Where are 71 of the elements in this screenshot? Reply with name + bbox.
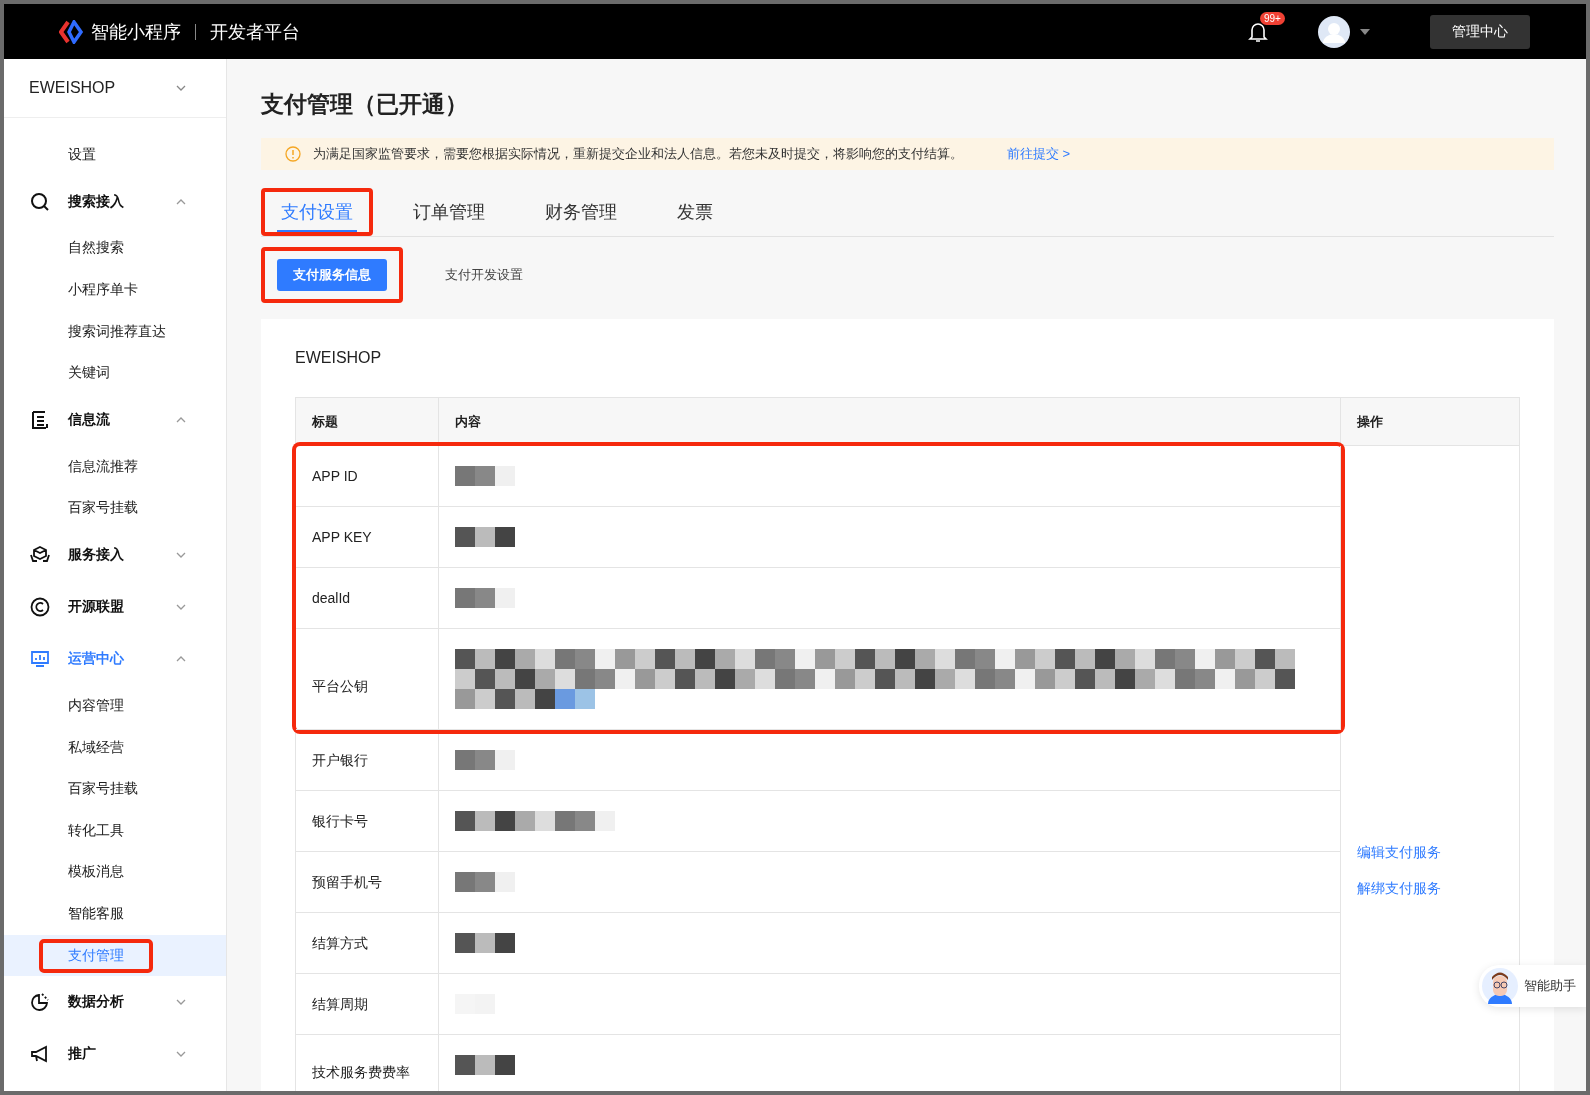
menu-item[interactable]: 信息流推荐: [4, 445, 226, 488]
column-header: 内容: [439, 398, 1341, 445]
chevron-up-icon: [176, 656, 186, 663]
notification-badge: 99+: [1260, 11, 1285, 25]
caret-icon[interactable]: [1360, 28, 1370, 35]
menu-item[interactable]: 私域经营: [4, 726, 226, 769]
menu-item[interactable]: 智能客服: [4, 893, 226, 935]
table-cell: 结算周期: [296, 974, 439, 1034]
table-cell: APP KEY: [296, 507, 439, 567]
menu-group[interactable]: 数据分析: [4, 976, 226, 1029]
account-selector[interactable]: EWEISHOP: [4, 59, 226, 118]
menu-item[interactable]: 转化工具: [4, 809, 226, 852]
sub-tab[interactable]: 支付服务信息: [277, 259, 387, 291]
menu-item[interactable]: 自然搜索: [4, 227, 226, 270]
menu-item[interactable]: 设置: [4, 134, 226, 176]
tab[interactable]: 财务管理: [541, 192, 621, 232]
logo-icon: [59, 19, 85, 44]
admin-center-button[interactable]: 管理中心: [1430, 14, 1530, 49]
column-header: 操作: [1356, 412, 1384, 431]
notification-bell-icon[interactable]: [1248, 20, 1268, 43]
table-cell: 开户银行: [296, 730, 439, 790]
table-cell: 预留手机号: [296, 852, 439, 912]
chevron-down-icon: [176, 85, 186, 91]
menu-item[interactable]: 支付管理: [4, 934, 226, 977]
sub-tab[interactable]: 支付开发设置: [429, 259, 539, 291]
alert-text: 为满足国家监管要求，需要您根据实际情况，重新提交企业和法人信息。若您未及时提交，将影响您的支付结算。: [313, 145, 963, 163]
table-cell: 结算方式: [296, 913, 439, 973]
menu-group[interactable]: 信息流: [4, 393, 226, 446]
table-cell: 银行卡号: [296, 791, 439, 851]
card-heading: EWEISHOP: [295, 349, 383, 367]
table-cell: dealId: [296, 568, 439, 628]
info-icon: [285, 146, 301, 162]
submit-link[interactable]: 前往提交 >: [1007, 145, 1071, 163]
chevron-down-icon: [176, 1051, 186, 1058]
avatar-icon[interactable]: [1318, 15, 1350, 48]
menu-group[interactable]: 运营中心: [4, 633, 226, 686]
circle-logo-icon: [30, 597, 50, 618]
chevron-up-icon: [176, 416, 186, 423]
tab[interactable]: 发票: [673, 192, 717, 232]
menu-item[interactable]: 小程序单卡: [4, 269, 226, 311]
menu-item[interactable]: 百家号挂载: [4, 768, 226, 810]
chevron-down-icon: [176, 604, 186, 611]
menu-item[interactable]: 关键词: [4, 352, 226, 394]
brand-name: 智能小程序: [91, 20, 181, 44]
menu-item[interactable]: 百家号挂载: [4, 487, 226, 530]
action-link[interactable]: 解绑支付服务: [1357, 880, 1503, 898]
monitor-chart-icon: [30, 649, 50, 670]
platform-name: 开发者平台: [210, 20, 300, 44]
menu-item[interactable]: 模板消息: [4, 851, 226, 894]
menu-group[interactable]: 服务接入: [4, 529, 226, 582]
list-icon: [30, 409, 50, 430]
table-cell: APP ID: [296, 446, 439, 506]
menu-group[interactable]: 开源联盟: [4, 581, 226, 634]
table-cell: 技术服务费费率: [296, 1035, 439, 1091]
chevron-down-icon: [176, 552, 186, 559]
pie-chart-icon: [30, 992, 50, 1013]
menu-group[interactable]: 搜索接入: [4, 175, 226, 228]
column-header: 标题: [296, 398, 439, 445]
chevron-down-icon: [176, 999, 186, 1006]
page-title: 支付管理（已开通）: [261, 90, 469, 119]
tab[interactable]: 订单管理: [409, 192, 489, 232]
table-cell: 平台公钥: [296, 629, 439, 729]
assistant-widget[interactable]: 智能助手: [1479, 965, 1586, 1007]
menu-item[interactable]: 搜索词推荐直达: [4, 310, 226, 353]
cartoon-avatar-icon: [1482, 968, 1518, 1004]
search-icon: [30, 191, 50, 212]
action-link[interactable]: 编辑支付服务: [1357, 844, 1503, 862]
chevron-up-icon: [176, 198, 186, 205]
menu-item[interactable]: 内容管理: [4, 685, 226, 727]
megaphone-icon: [30, 1044, 50, 1065]
menu-group[interactable]: 推广: [4, 1028, 226, 1081]
